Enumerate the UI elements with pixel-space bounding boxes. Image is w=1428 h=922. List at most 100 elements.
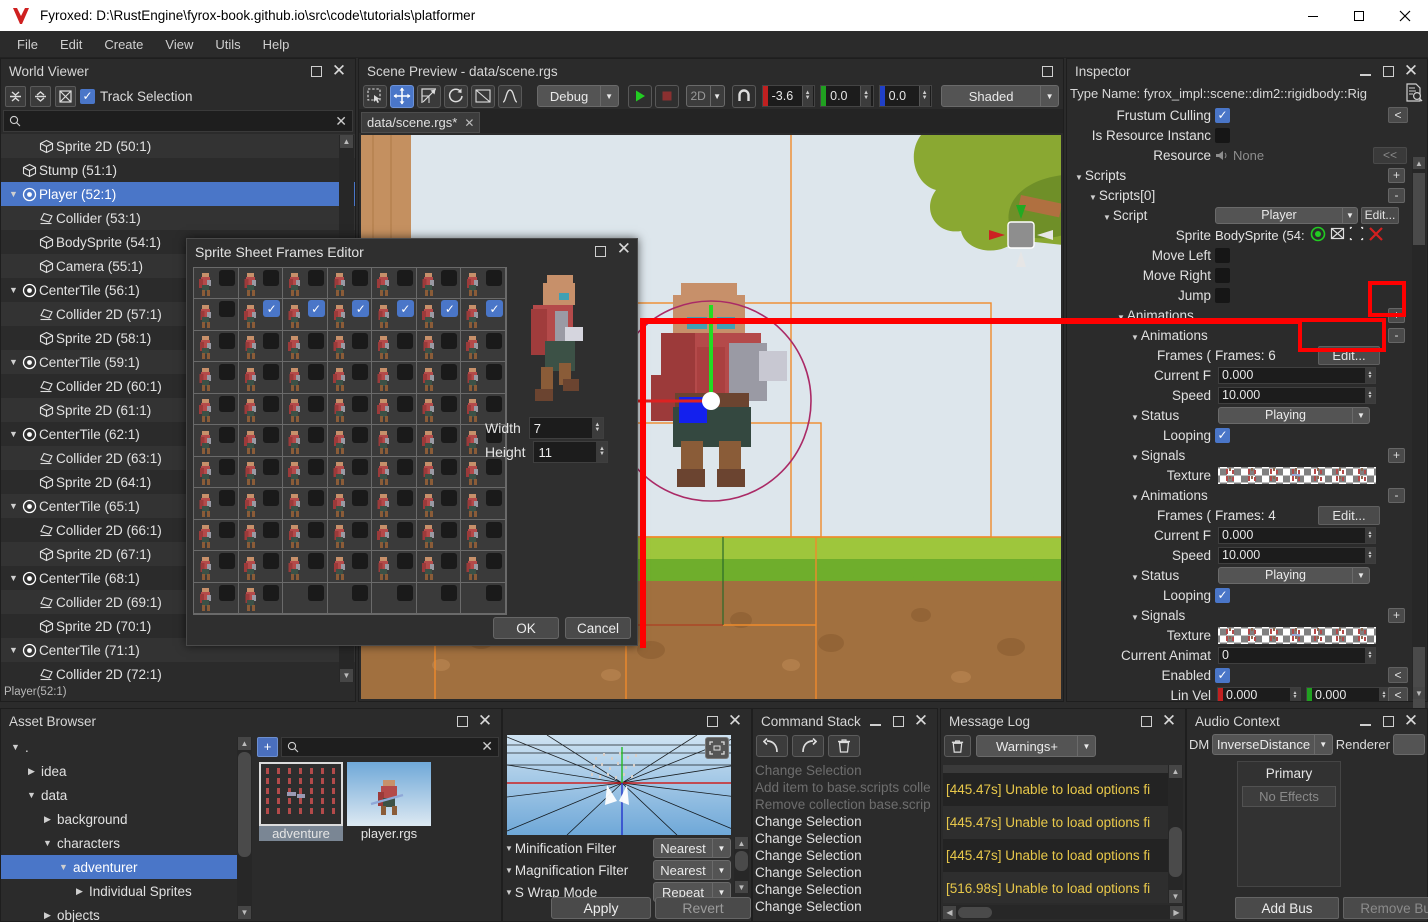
- edit-frames-button[interactable]: Edit...: [1318, 345, 1380, 365]
- expander-icon[interactable]: ▼: [7, 189, 20, 199]
- window-minimize-button[interactable]: [1290, 0, 1336, 31]
- sprite-frame-cell[interactable]: [194, 330, 239, 363]
- frame-unselected-box[interactable]: [396, 395, 413, 412]
- frame-selected-check[interactable]: ✓: [486, 300, 503, 318]
- asset-scroll-thumb[interactable]: [238, 752, 251, 857]
- scroll-up-icon[interactable]: ▲: [735, 837, 748, 849]
- numeric-field[interactable]: 0.000 ▲ ▼: [1218, 526, 1376, 544]
- command-item[interactable]: Change Selection: [755, 814, 935, 831]
- position-z-spinner[interactable]: ▲ ▼: [918, 86, 930, 106]
- expander-icon[interactable]: ▼: [1131, 333, 1139, 342]
- texture-panel-maximize-button[interactable]: [705, 714, 719, 728]
- audio-bus-column[interactable]: Primary No Effects: [1237, 761, 1341, 887]
- window-close-button[interactable]: [1382, 0, 1428, 31]
- log-entry[interactable]: [445.47s] Unable to load options fi: [943, 773, 1169, 806]
- select-icon[interactable]: [363, 84, 388, 108]
- expand-all-icon[interactable]: [30, 85, 51, 107]
- frame-selected-check[interactable]: ✓: [396, 300, 414, 318]
- sprite-frame-cell[interactable]: [372, 393, 417, 426]
- sprite-frame-cell[interactable]: [194, 456, 239, 489]
- frame-unselected-box[interactable]: [218, 364, 235, 381]
- mode-2d-dropdown[interactable]: 2D ▼: [685, 85, 725, 107]
- locate-selection-icon[interactable]: [55, 85, 76, 107]
- sprite-frame-cell[interactable]: [283, 362, 328, 394]
- sprite-frame-cell[interactable]: [194, 268, 239, 300]
- add-item-button[interactable]: +: [1388, 307, 1405, 323]
- numeric-field[interactable]: 0.000 ▲ ▼: [1218, 366, 1376, 384]
- asset-tree-item[interactable]: ▼ adventurer: [1, 855, 237, 879]
- sprite-frame-cell[interactable]: [327, 393, 373, 426]
- message-log-maximize-button[interactable]: [1139, 714, 1153, 728]
- frame-unselected-box[interactable]: [218, 458, 235, 475]
- inspector-minimize-button[interactable]: [1358, 64, 1372, 78]
- sprite-frame-cell[interactable]: [416, 551, 462, 583]
- frame-unselected-box[interactable]: [218, 270, 235, 286]
- scroll-right-icon[interactable]: ▶: [1170, 905, 1183, 919]
- world-viewer-maximize-button[interactable]: [309, 64, 323, 78]
- lin-vel-y-field[interactable]: 0.000 ▲ ▼: [1306, 686, 1390, 701]
- frame-unselected-box[interactable]: [396, 364, 413, 381]
- frame-unselected-box[interactable]: [307, 490, 324, 507]
- add-item-button[interactable]: +: [1388, 607, 1405, 623]
- trash-icon[interactable]: [828, 735, 860, 757]
- magnet-icon[interactable]: [731, 84, 756, 108]
- sprite-frame-cell[interactable]: [194, 362, 239, 394]
- sprite-frame-cell[interactable]: [283, 456, 328, 489]
- sprite-frame-cell[interactable]: [416, 456, 462, 489]
- expander-icon[interactable]: ▼: [41, 838, 54, 848]
- sprite-frame-cell[interactable]: [283, 330, 328, 363]
- asset-search-input[interactable]: [303, 739, 482, 754]
- numeric-spinner[interactable]: ▲ ▼: [1365, 527, 1375, 543]
- frame-unselected-box[interactable]: [263, 458, 280, 475]
- menu-item-file[interactable]: File: [6, 34, 49, 55]
- expander-icon[interactable]: ▼: [7, 573, 20, 583]
- fit-to-view-icon[interactable]: [705, 737, 729, 759]
- log-entry[interactable]: [445.47s] Unable to load options fi: [943, 839, 1169, 872]
- frame-unselected-box[interactable]: [263, 521, 280, 538]
- expander-icon[interactable]: ▼: [25, 790, 38, 800]
- sprite-frame-cell[interactable]: [372, 268, 417, 300]
- scene-preview-maximize-button[interactable]: [1040, 64, 1054, 78]
- scroll-up-icon[interactable]: ▲: [1413, 157, 1425, 169]
- asset-tree-item[interactable]: ▼ characters: [1, 831, 237, 855]
- texture-panel-close-button[interactable]: ✕: [728, 712, 742, 729]
- asset-tree-item[interactable]: ▼ data: [1, 783, 237, 807]
- frame-unselected-box[interactable]: [486, 395, 502, 412]
- frame-unselected-box[interactable]: [441, 490, 458, 507]
- frame-unselected-box[interactable]: [218, 427, 235, 444]
- log-entry[interactable]: [516.98s] Unable to load options fi: [943, 872, 1169, 903]
- expander-icon[interactable]: ▼: [9, 742, 22, 752]
- sprite-sheet-grid[interactable]: ✓ ✓ ✓ ✓ ✓ ✓: [193, 267, 507, 615]
- frame-unselected-box[interactable]: [441, 553, 458, 570]
- scene-tab[interactable]: data/scene.rgs* ✕: [361, 112, 481, 133]
- sprite-frame-cell[interactable]: [238, 582, 284, 614]
- sprite-frame-cell[interactable]: [238, 362, 284, 394]
- frame-unselected-box[interactable]: [352, 395, 369, 412]
- sprite-frame-cell[interactable]: [416, 582, 462, 614]
- property-checkbox[interactable]: ✓: [1215, 667, 1230, 683]
- sprite-frame-cell[interactable]: [194, 393, 239, 426]
- asset-tree-item[interactable]: ▶ background: [1, 807, 237, 831]
- asset-tree-scrollbar[interactable]: ▲ ▼: [237, 737, 252, 919]
- sprite-frame-cell[interactable]: [461, 582, 506, 614]
- sprite-frame-cell[interactable]: [372, 519, 417, 552]
- position-y-field[interactable]: 0.0 ▲ ▼: [820, 85, 874, 107]
- sprite-frame-cell[interactable]: [283, 519, 328, 552]
- remove-item-button[interactable]: -: [1388, 487, 1405, 503]
- frame-unselected-box[interactable]: [441, 395, 458, 412]
- frame-unselected-box[interactable]: [263, 490, 280, 507]
- scale-icon[interactable]: [417, 84, 442, 108]
- texture-preview[interactable]: [1218, 466, 1376, 484]
- sprite-frame-cell[interactable]: [238, 488, 284, 520]
- command-stack-maximize-button[interactable]: [891, 714, 905, 728]
- sprite-frame-cell[interactable]: [327, 330, 373, 363]
- audio-context-close-button[interactable]: ✕: [1404, 712, 1418, 729]
- sprite-frame-cell[interactable]: [194, 425, 239, 457]
- sprite-frame-cell[interactable]: [461, 330, 506, 363]
- message-log-close-button[interactable]: ✕: [1162, 712, 1176, 729]
- frame-unselected-box[interactable]: [352, 364, 369, 381]
- expander-icon[interactable]: ▼: [1131, 613, 1139, 622]
- frame-unselected-box[interactable]: [486, 270, 502, 286]
- scroll-up-icon[interactable]: ▲: [340, 135, 353, 148]
- frame-unselected-box[interactable]: [486, 490, 502, 507]
